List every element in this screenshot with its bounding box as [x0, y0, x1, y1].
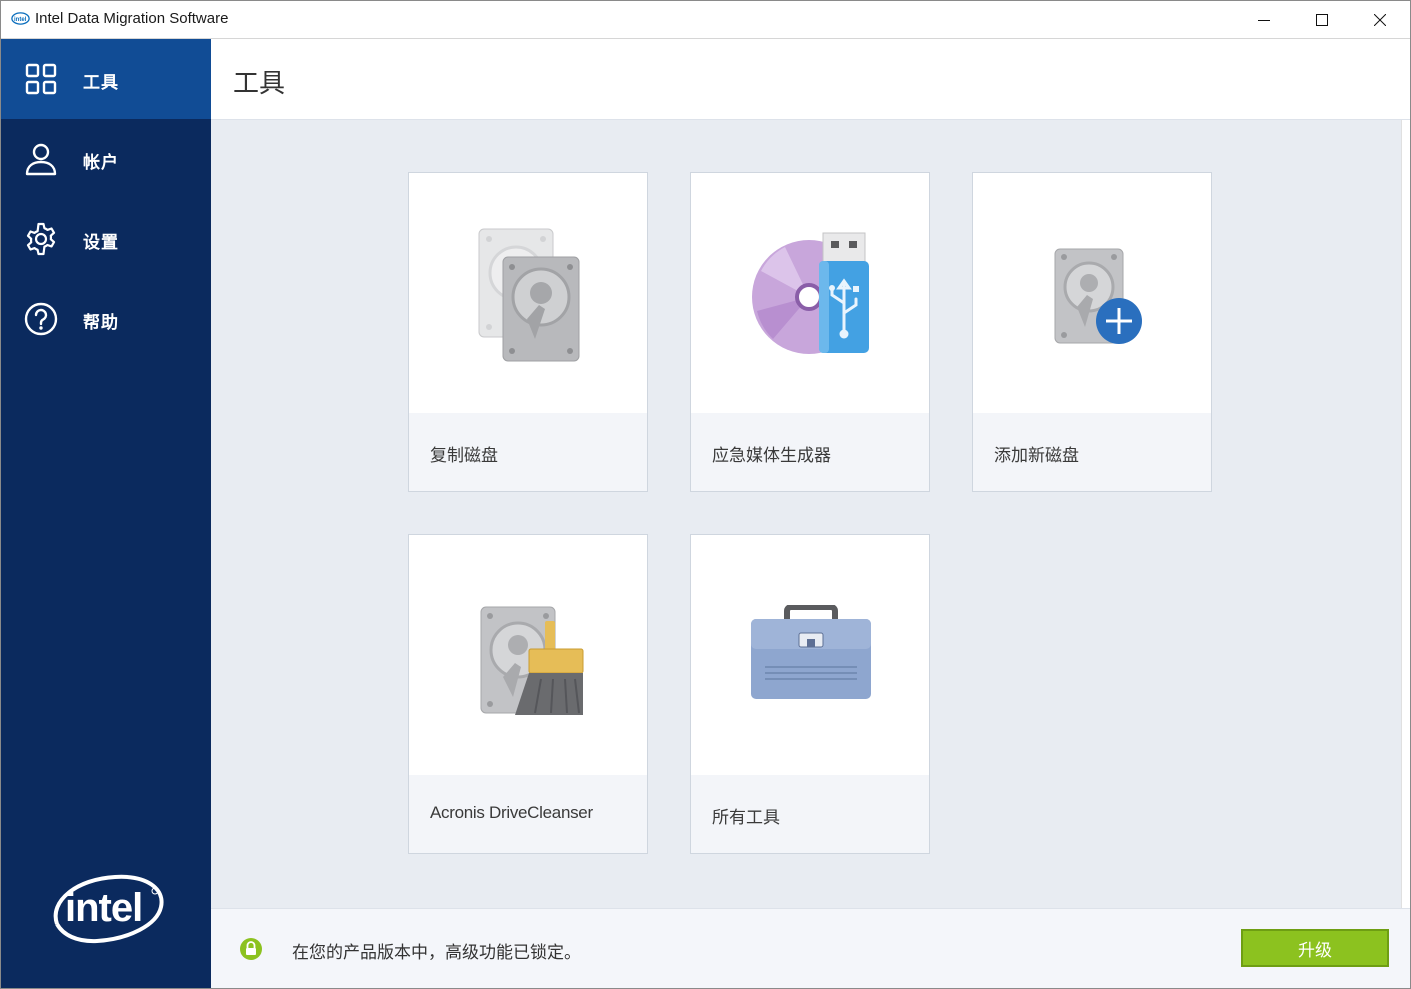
status-footer: 在您的产品版本中，高级功能已锁定。 升级 [211, 908, 1410, 988]
drive-cleanser-icon [480, 606, 584, 715]
maximize-icon [1316, 13, 1328, 26]
card-image [409, 535, 647, 775]
clone-disk-icon [478, 228, 580, 362]
card-label: 复制磁盘 [430, 446, 498, 466]
sidebar-item-account[interactable]: 帐户 [1, 119, 211, 199]
card-label: 所有工具 [712, 808, 780, 828]
sidebar-item-tools[interactable]: 工具 [1, 39, 211, 119]
card-image [691, 173, 929, 413]
add-disk-icon [1054, 248, 1142, 344]
minimize-button[interactable] [1235, 1, 1293, 38]
locked-features-message: 在您的产品版本中，高级功能已锁定。 [292, 943, 581, 963]
close-icon [1374, 13, 1386, 26]
page-header: 工具 [211, 39, 1410, 120]
tool-card-all-tools[interactable]: 所有工具 [690, 534, 930, 854]
close-button[interactable] [1351, 1, 1409, 38]
sidebar-item-label: 帮助 [83, 313, 119, 333]
gear-icon [26, 222, 56, 256]
title-bar: intel Intel Data Migration Software [1, 1, 1410, 39]
card-label: Acronis DriveCleanser [430, 803, 593, 822]
intel-logo-icon: intel [53, 874, 164, 944]
card-label: 应急媒体生成器 [712, 446, 831, 466]
grid-icon [25, 63, 57, 95]
app-window: intel Intel Data Migration Software 工具 帐… [0, 0, 1411, 989]
card-caption: 复制磁盘 [409, 413, 647, 491]
minimize-icon [1258, 19, 1270, 21]
tool-card-rescue-media-builder[interactable]: 应急媒体生成器 [690, 172, 930, 492]
user-icon [25, 143, 57, 176]
intel-small-logo-icon: intel [11, 12, 30, 25]
upgrade-button[interactable]: 升级 [1241, 929, 1389, 967]
sidebar-item-help[interactable]: 帮助 [1, 279, 211, 359]
card-caption: 添加新磁盘 [973, 413, 1211, 491]
window-title: Intel Data Migration Software [35, 10, 229, 27]
sidebar-item-label: 工具 [83, 73, 119, 93]
page-title: 工具 [233, 69, 286, 99]
card-image [973, 173, 1211, 413]
card-caption: Acronis DriveCleanser [409, 775, 647, 853]
sidebar-item-label: 帐户 [83, 153, 119, 173]
toolbox-icon [751, 605, 871, 699]
card-image [409, 173, 647, 413]
card-caption: 所有工具 [691, 775, 929, 853]
sidebar-item-label: 设置 [83, 233, 119, 253]
card-label: 添加新磁盘 [994, 446, 1079, 466]
sidebar-item-settings[interactable]: 设置 [1, 199, 211, 279]
lock-icon [240, 938, 262, 960]
svg-text:intel: intel [14, 17, 27, 23]
svg-text:intel: intel [65, 886, 142, 930]
sidebar: 工具 帐户 设置 帮助 intel [1, 39, 211, 988]
tool-card-acronis-drivecleanser[interactable]: Acronis DriveCleanser [408, 534, 648, 854]
tools-grid: 复制磁盘 应急媒体生成器 添加新磁盘 Acronis DriveCleanser… [211, 120, 1401, 908]
rescue-media-icon [752, 232, 869, 354]
card-caption: 应急媒体生成器 [691, 413, 929, 491]
vertical-scrollbar[interactable] [1401, 120, 1410, 908]
tool-card-clone-disk[interactable]: 复制磁盘 [408, 172, 648, 492]
card-image [691, 535, 929, 775]
help-icon [24, 302, 58, 336]
maximize-button[interactable] [1293, 1, 1351, 38]
tool-card-add-new-disk[interactable]: 添加新磁盘 [972, 172, 1212, 492]
